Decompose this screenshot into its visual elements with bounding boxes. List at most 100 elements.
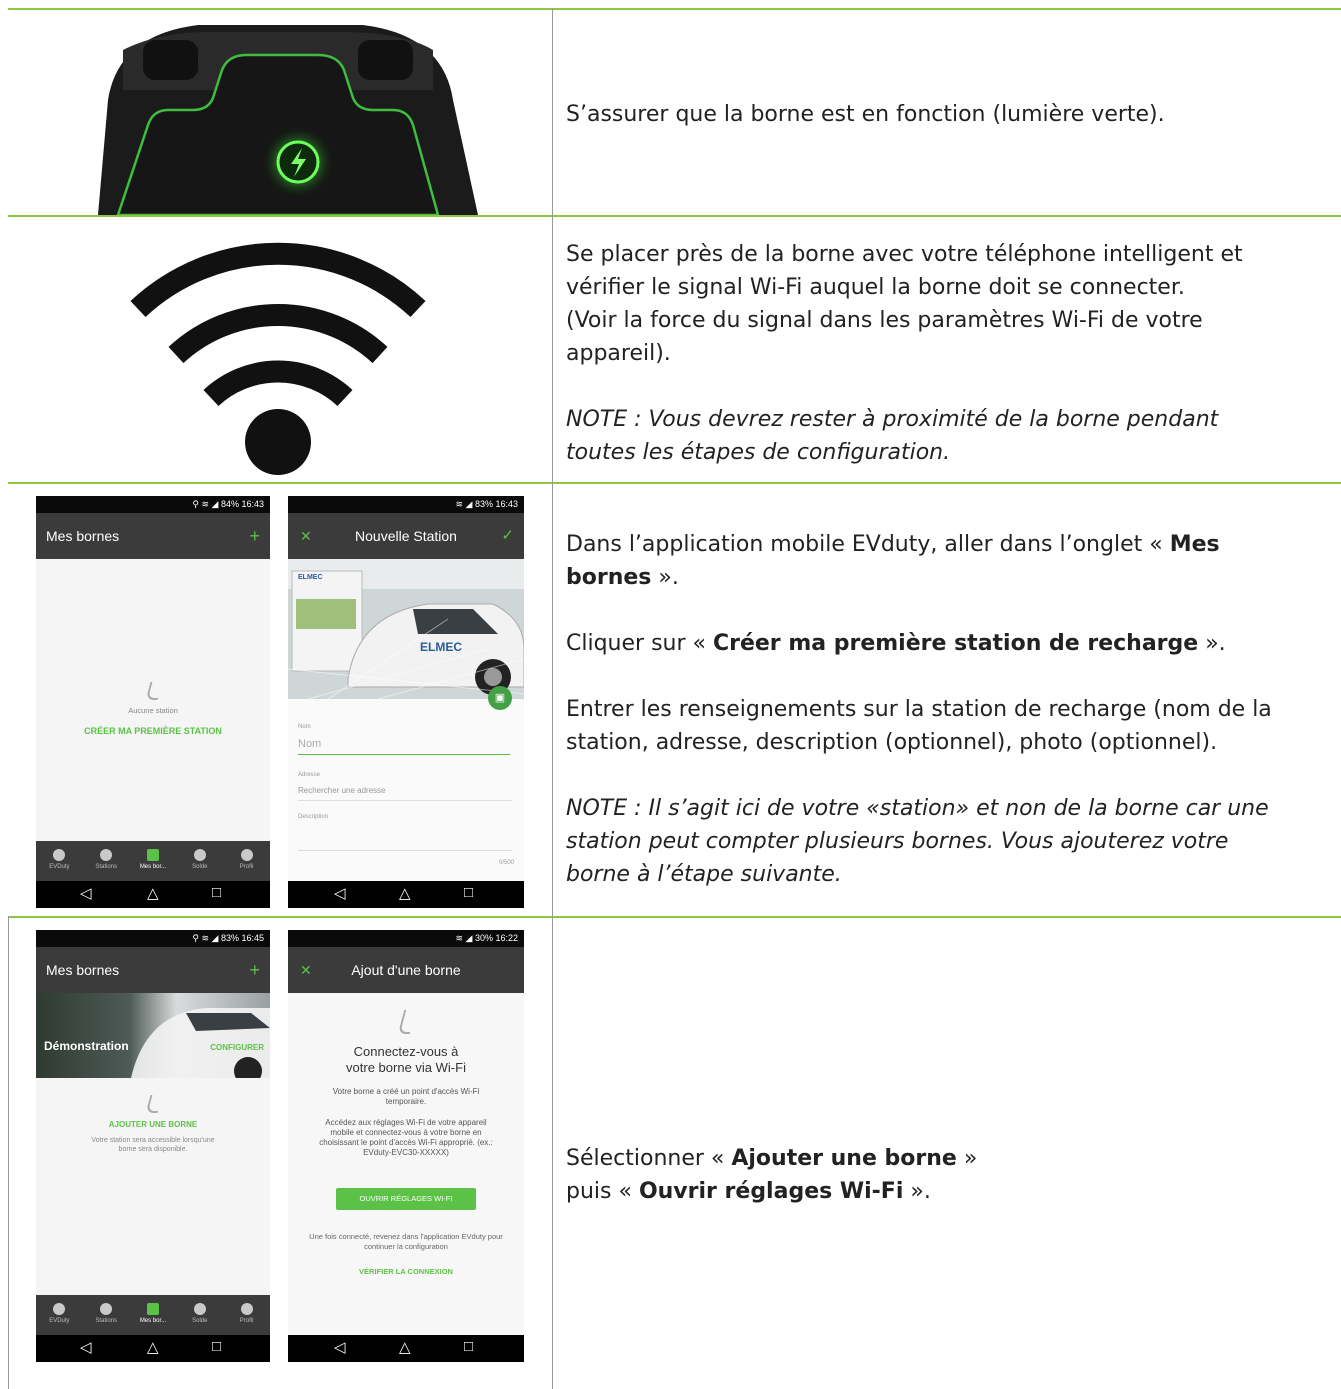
name-field-label: Nom: [298, 724, 311, 730]
home-icon[interactable]: △: [399, 884, 411, 902]
tab-profile[interactable]: Profil: [223, 1295, 270, 1324]
verify-connection-link[interactable]: VÉRIFIER LA CONNEXION: [288, 1267, 524, 1276]
status-text: 83% 16:45: [220, 933, 264, 943]
text-line: station, adresse, description (optionnel…: [566, 730, 1218, 755]
text-line: vérifier le signal Wi-Fi auquel la borne…: [566, 275, 1185, 300]
tab-stations[interactable]: Stations: [83, 841, 130, 870]
note-line: NOTE : Vous devrez rester à proximité de…: [566, 407, 1219, 432]
recents-icon[interactable]: □: [464, 884, 473, 901]
text-span: ».: [651, 565, 679, 590]
instructions-text: Accédez aux réglages Wi-Fi de votre appa…: [319, 1118, 493, 1157]
text-line: appareil).: [566, 341, 671, 366]
home-icon[interactable]: △: [399, 1338, 411, 1356]
home-icon[interactable]: △: [147, 1338, 159, 1356]
status-text: 30% 16:22: [474, 933, 518, 943]
tab-balance[interactable]: Solde: [176, 1295, 223, 1324]
wallet-icon: [193, 1303, 206, 1315]
app-bar: Mes bornes +: [36, 513, 270, 559]
screen-title: Mes bornes: [46, 528, 120, 544]
status-text: 84% 16:43: [220, 499, 264, 509]
station-card[interactable]: Démonstration CONFIGURER: [36, 993, 270, 1078]
tab-label: Mes bor...: [139, 864, 167, 870]
create-first-station-link[interactable]: CRÉER MA PREMIÈRE STATION: [36, 726, 270, 736]
add-charger-link[interactable]: AJOUTER UNE BORNE: [36, 1120, 270, 1129]
text-line: Se placer près de la borne avec votre té…: [566, 242, 1243, 267]
station-info-text: Votre station sera accessible lorsqu'une…: [91, 1137, 215, 1153]
tab-label: Mes bor...: [139, 1318, 167, 1324]
step-text: Se placer près de la borne avec votre té…: [566, 238, 1341, 482]
app-bar: ✕ Ajout d'une borne: [288, 947, 524, 993]
back-icon[interactable]: ◁: [334, 1338, 346, 1356]
add-station-button[interactable]: +: [249, 947, 260, 993]
text-span: »: [956, 1146, 978, 1171]
status-bar: ⚲ ≋ ◢ 84% 16:43: [36, 496, 270, 513]
row-add-charger: ⚲ ≋ ◢ 83% 16:45 Mes bornes + Démonstrati…: [8, 918, 1341, 1389]
phone-screen-my-stations: ⚲ ≋ ◢ 84% 16:43 Mes bornes + Aucune stat…: [36, 496, 270, 908]
return-info-text: Une fois connecté, revenez dans l'applic…: [309, 1232, 503, 1251]
name-input[interactable]: Nom: [298, 734, 510, 755]
text-span: Dans l’application mobile EVduty, aller …: [566, 532, 1170, 557]
hotspot-info-text: Votre borne a créé un point d'accès Wi-F…: [332, 1087, 480, 1106]
status-icons: ⚲ ≋ ◢: [192, 499, 221, 509]
brand-text: ELMEC: [298, 574, 323, 581]
open-wifi-settings-button[interactable]: OUVRIR RÉGLAGES WI-FI: [336, 1188, 476, 1210]
tab-evduty[interactable]: EVDuty: [36, 841, 83, 870]
wifi-image-cell: [8, 217, 552, 482]
back-icon[interactable]: ◁: [80, 1338, 92, 1356]
home-icon[interactable]: △: [147, 884, 159, 902]
tab-my-stations[interactable]: Mes bor...: [130, 841, 177, 870]
bottom-tab-bar: EVDuty Stations Mes bor... Solde Profil: [36, 841, 270, 881]
text-span: ».: [903, 1179, 931, 1204]
system-nav-bar: ◁ △ □: [36, 1335, 270, 1362]
tab-label: Solde: [192, 864, 208, 870]
step-text: Sélectionner « Ajouter une borne » puis …: [566, 1142, 1341, 1389]
heading-line: votre borne via Wi-Fi: [346, 1060, 466, 1075]
recents-icon[interactable]: □: [464, 1338, 473, 1355]
plug-icon: [145, 682, 163, 700]
screenshots-cell: ⚲ ≋ ◢ 84% 16:43 Mes bornes + Aucune stat…: [8, 484, 552, 916]
heading-line: Connectez-vous à: [353, 1044, 459, 1059]
charger-icon: [146, 1303, 159, 1315]
bold-text: Ajouter une borne: [731, 1146, 957, 1171]
tab-my-stations[interactable]: Mes bor...: [130, 1295, 177, 1324]
brand-text: ELMEC: [420, 640, 462, 654]
char-counter: 0/500: [498, 860, 514, 866]
description-input[interactable]: [298, 824, 512, 851]
back-icon[interactable]: ◁: [80, 884, 92, 902]
note-line: toutes les étapes de configuration.: [566, 440, 951, 465]
recents-icon[interactable]: □: [212, 1338, 221, 1355]
camera-icon[interactable]: ▣: [488, 686, 512, 710]
phone-screen-station-list: ⚲ ≋ ◢ 83% 16:45 Mes bornes + Démonstrati…: [36, 930, 270, 1362]
bold-text: bornes: [566, 565, 652, 590]
confirm-button[interactable]: ✓: [501, 513, 514, 559]
status-icons: ≋ ◢: [455, 499, 475, 509]
configure-button[interactable]: CONFIGURER: [210, 1043, 264, 1052]
compass-icon: [100, 1303, 113, 1315]
status-icons: ⚲ ≋ ◢: [192, 933, 221, 943]
step-text: S’assurer que la borne est en fonction (…: [566, 98, 1341, 215]
screen-title: Mes bornes: [46, 962, 120, 978]
address-input[interactable]: Rechercher une adresse: [298, 782, 512, 801]
system-nav-bar: ◁ △ □: [288, 881, 524, 908]
text-line: (Voir la force du signal dans les paramè…: [566, 308, 1203, 333]
system-nav-bar: ◁ △ □: [36, 881, 270, 908]
charger-icon: [146, 849, 159, 861]
tab-balance[interactable]: Solde: [176, 841, 223, 870]
system-nav-bar: ◁ △ □: [288, 1335, 524, 1362]
tab-stations[interactable]: Stations: [83, 1295, 130, 1324]
empty-state-text: Aucune station: [128, 706, 178, 715]
station-card-photo: [131, 1008, 270, 1078]
status-bar: ≋ ◢ 83% 16:43: [288, 496, 524, 513]
text-span: ».: [1198, 631, 1226, 656]
back-icon[interactable]: ◁: [334, 884, 346, 902]
charger-photo: [98, 25, 478, 215]
add-station-button[interactable]: +: [249, 513, 260, 559]
tab-evduty[interactable]: EVDuty: [36, 1295, 83, 1324]
tab-profile[interactable]: Profil: [223, 841, 270, 870]
user-icon: [240, 1303, 253, 1315]
row-wifi-signal: Se placer près de la borne avec votre té…: [8, 217, 1341, 482]
recents-icon[interactable]: □: [212, 884, 221, 901]
note-line: borne à l’étape suivante.: [566, 862, 842, 887]
text-span: Sélectionner «: [566, 1146, 732, 1171]
instruction-table: S’assurer que la borne est en fonction (…: [8, 8, 1341, 1389]
